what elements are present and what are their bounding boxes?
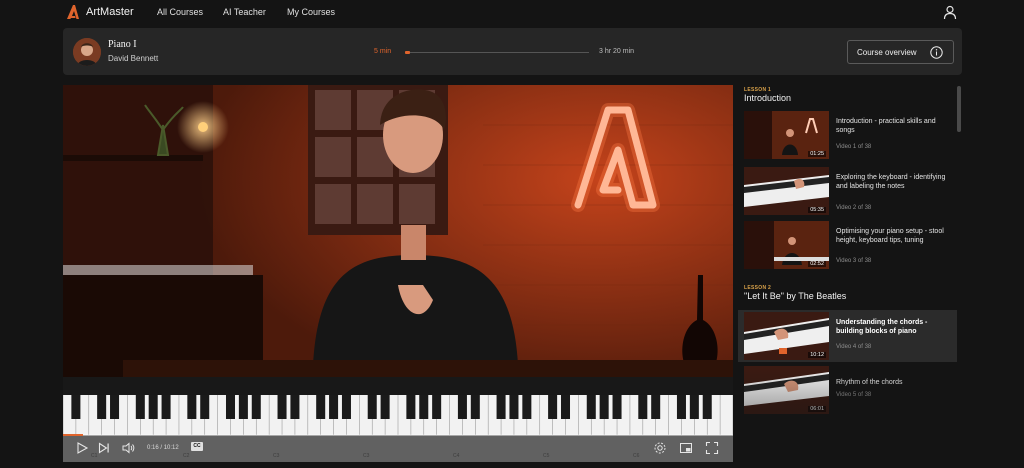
skip-next-icon[interactable] <box>97 441 111 455</box>
playlist-video-1[interactable]: 01:25 Introduction - practical skills an… <box>738 109 957 161</box>
course-progress-total: 3 hr 20 min <box>599 48 635 55</box>
fullscreen-icon[interactable] <box>705 441 719 455</box>
picture-in-picture-icon[interactable] <box>679 441 693 455</box>
captions-button[interactable]: CC <box>191 442 203 451</box>
video-thumbnail: 02:52 <box>744 221 829 269</box>
video-count: Video 1 of 38 <box>836 144 872 150</box>
course-header: Piano I David Bennett 5 min 3 hr 20 min … <box>63 28 962 75</box>
course-overview-label: Course overview <box>857 47 917 57</box>
nav-all-courses[interactable]: All Courses <box>157 7 203 17</box>
lesson-playlist: LESSON 1 Introduction 01:25 Introduction… <box>738 85 962 468</box>
video-duration: 10:12 <box>808 352 826 358</box>
video-title: Introduction - practical skills and song… <box>836 118 936 134</box>
playlist-scrollbar[interactable] <box>957 86 961 132</box>
artmaster-logo-icon <box>67 5 79 19</box>
video-player[interactable]: C1 C2 C3 C3 C4 C5 C6 0:16 / 10:12 CC <box>63 85 733 462</box>
video-title: Rhythm of the chords <box>836 379 903 386</box>
brand-name: ArtMaster <box>86 6 134 18</box>
video-count: Video 4 of 38 <box>836 344 872 350</box>
nav-ai-teacher[interactable]: AI Teacher <box>223 7 266 17</box>
video-timecode: 0:16 / 10:12 <box>147 445 179 451</box>
video-thumbnail: 06:01 <box>744 366 829 414</box>
playlist-video-5[interactable]: 06:01 Rhythm of the chords Video 5 of 38 <box>738 364 957 416</box>
video-count: Video 5 of 38 <box>836 392 872 398</box>
video-duration: 06:01 <box>808 406 826 412</box>
video-frame: C1 C2 C3 C3 C4 C5 C6 <box>63 85 733 462</box>
course-progress-bar <box>405 51 589 54</box>
nav-my-courses[interactable]: My Courses <box>287 7 335 17</box>
video-thumbnail: 05:35 <box>744 167 829 215</box>
course-overview-button[interactable]: Course overview <box>847 40 954 64</box>
video-thumbnail: 10:12 <box>744 312 829 360</box>
lesson-1-title: Introduction <box>744 93 792 103</box>
video-title: Optimising your piano setup - stool heig… <box>836 228 944 244</box>
time-current: 0:16 <box>147 445 159 451</box>
course-progress-elapsed: 5 min <box>374 48 392 55</box>
brand-logo[interactable]: ArtMaster <box>66 4 134 20</box>
playlist-video-2[interactable]: 05:35 Exploring the keyboard - identifyi… <box>738 165 957 217</box>
instructor-name: David Bennett <box>108 54 159 63</box>
course-progress-fill <box>405 51 410 54</box>
info-icon <box>930 46 943 59</box>
top-navigation: ArtMaster All Courses AI Teacher My Cour… <box>0 0 1024 26</box>
video-title: Exploring the keyboard - identifying and… <box>836 174 946 190</box>
playlist-video-4[interactable]: 10:12 Understanding the chords - buildin… <box>738 310 957 362</box>
volume-icon[interactable] <box>121 441 135 455</box>
playlist-video-3[interactable]: 02:52 Optimising your piano setup - stoo… <box>738 219 957 271</box>
video-duration: 02:52 <box>808 261 826 267</box>
instructor-avatar <box>73 38 101 66</box>
settings-icon[interactable] <box>653 441 667 455</box>
video-thumbnail: 01:25 <box>744 111 829 159</box>
video-count: Video 3 of 38 <box>836 258 872 264</box>
video-count: Video 2 of 38 <box>836 205 872 211</box>
player-controls: 0:16 / 10:12 CC <box>63 436 733 462</box>
time-total: 10:12 <box>163 445 179 451</box>
play-icon[interactable] <box>75 441 89 455</box>
video-duration: 01:25 <box>808 151 826 157</box>
course-title: Piano I <box>108 39 137 50</box>
video-title: Understanding the chords - building bloc… <box>836 319 928 335</box>
lesson-2-title: "Let It Be" by The Beatles <box>744 291 847 301</box>
user-icon[interactable] <box>943 5 957 20</box>
video-duration: 05:35 <box>808 207 826 213</box>
